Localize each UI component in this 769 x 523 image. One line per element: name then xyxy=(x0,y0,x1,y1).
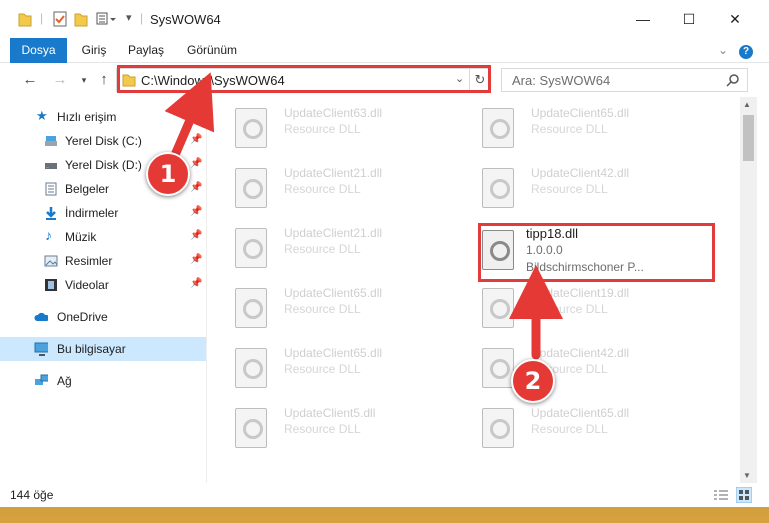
arrow-to-address xyxy=(164,72,215,167)
annotation-arrows xyxy=(164,72,563,360)
step-badge-2: 2 xyxy=(511,359,555,403)
step-badge-1: 1 xyxy=(146,152,190,196)
